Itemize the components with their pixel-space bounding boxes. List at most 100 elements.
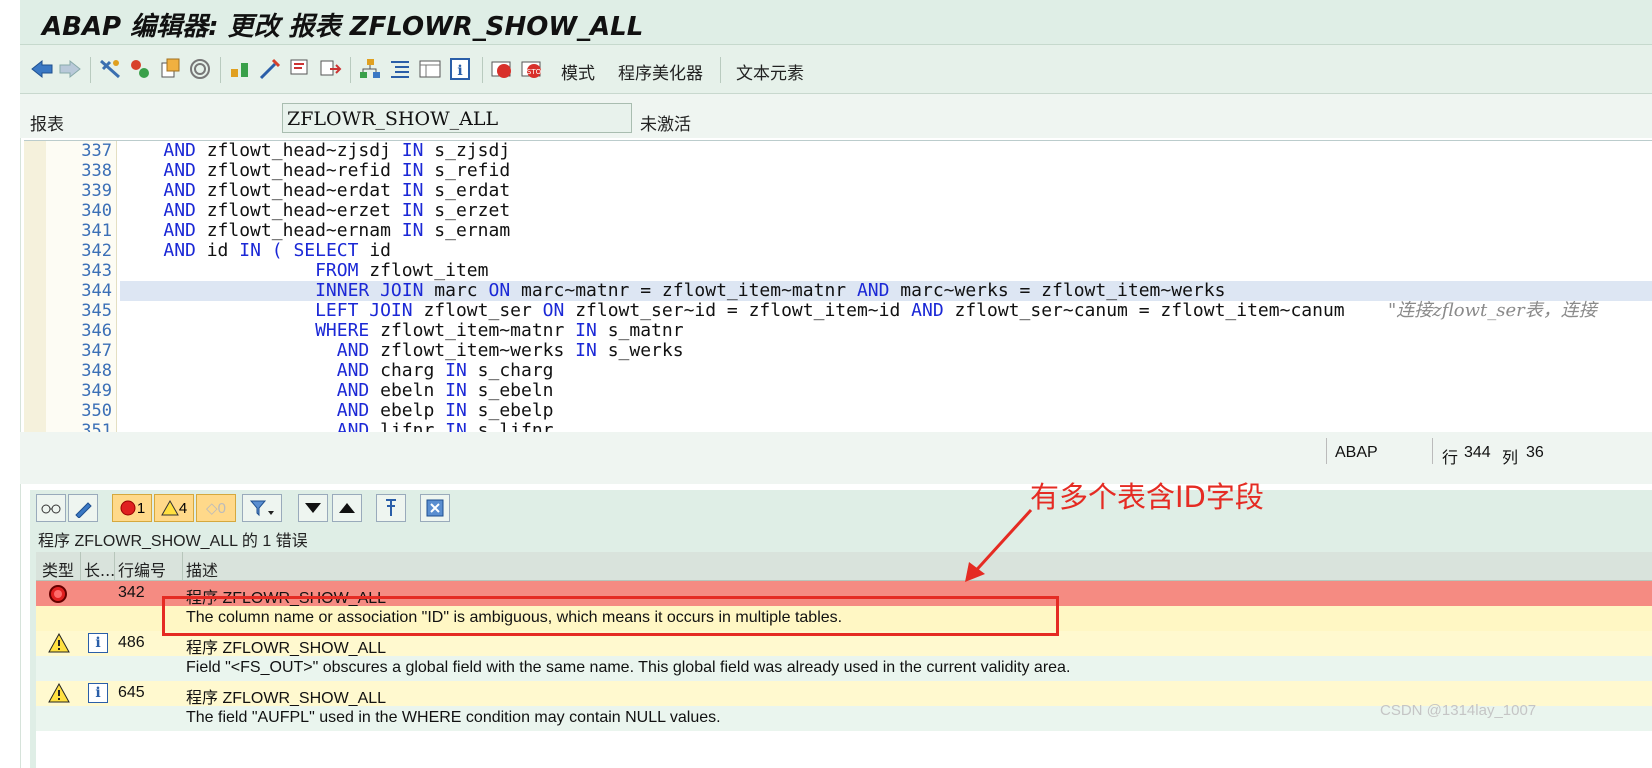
- info-count: 0: [217, 499, 226, 517]
- pretty-printer-button[interactable]: 程序美化器: [618, 59, 703, 84]
- report-row: 报表 ZFLOWR_SHOW_ALL 未激活: [20, 94, 1652, 138]
- error-icon: [49, 585, 67, 603]
- application-toolbar: i STO 模式 程序美化器 文本元素: [20, 45, 1652, 94]
- code-line[interactable]: AND id IN ( SELECT id: [120, 241, 391, 261]
- editor-status-bar: ABAP 行 344 列 36: [20, 432, 1652, 484]
- back-arrow-icon[interactable]: [28, 55, 56, 83]
- annotation-text: 有多个表含ID字段: [1030, 480, 1264, 514]
- mode-button[interactable]: 模式: [561, 59, 595, 84]
- info-icon: i: [88, 633, 108, 653]
- breakpoint-icon[interactable]: [488, 55, 516, 83]
- program-name: 程序 ZFLOWR_SHOW_ALL: [186, 640, 387, 657]
- code-line[interactable]: AND zflowt_head~erzet IN s_erzet: [120, 201, 510, 221]
- table-header: 类型 长... 行编号 描述: [36, 552, 1652, 581]
- hierarchy-icon[interactable]: [356, 55, 384, 83]
- annotation-highlight-box: [162, 596, 1059, 636]
- close-icon[interactable]: [420, 494, 450, 522]
- title-bar: ABAP 编辑器: 更改 报表 ZFLOWR_SHOW_ALL: [20, 0, 1652, 45]
- report-name-field[interactable]: ZFLOWR_SHOW_ALL: [282, 103, 632, 133]
- copy-icon[interactable]: [156, 55, 184, 83]
- code-line[interactable]: AND zflowt_head~refid IN s_refid: [120, 161, 510, 181]
- window-title: ABAP 编辑器: 更改 报表 ZFLOWR_SHOW_ALL: [42, 12, 644, 42]
- filter-dropdown[interactable]: [242, 494, 282, 522]
- line-number: 345: [81, 301, 112, 321]
- header-description[interactable]: 描述: [186, 557, 218, 581]
- col-label: 列: [1502, 450, 1519, 467]
- error-icon: [120, 500, 136, 516]
- warning-icon: [48, 633, 70, 653]
- info-icon: i: [88, 683, 108, 703]
- info-filter-button[interactable]: ◇ 0: [196, 494, 236, 522]
- line-number: 344: [81, 281, 112, 301]
- warning-icon: [160, 500, 179, 516]
- line-number: 337: [81, 141, 112, 161]
- svg-text:STO: STO: [527, 68, 542, 76]
- navigate-icon[interactable]: [316, 55, 344, 83]
- code-line[interactable]: AND charg IN s_charg: [120, 361, 554, 381]
- warning-filter-button[interactable]: 4: [154, 494, 194, 522]
- error-summary: 程序 ZFLOWR_SHOW_ALL 的 1 错误: [38, 533, 308, 550]
- header-type[interactable]: 类型: [42, 557, 74, 581]
- info-icon[interactable]: i: [446, 55, 474, 83]
- svg-text:i: i: [457, 63, 462, 79]
- activate-icon[interactable]: [186, 55, 214, 83]
- line-number: 347: [81, 341, 112, 361]
- line-number: 338: [81, 161, 112, 181]
- diamond-icon: ◇: [206, 500, 218, 517]
- window-left-edge: [0, 0, 21, 768]
- col-value: 36: [1526, 444, 1544, 461]
- program-name: 程序 ZFLOWR_SHOW_ALL: [186, 690, 387, 707]
- stop-icon[interactable]: STO: [518, 55, 546, 83]
- previous-icon[interactable]: [332, 494, 362, 522]
- where-used-icon[interactable]: [286, 55, 314, 83]
- display-change-icon[interactable]: [126, 55, 154, 83]
- line-number: 343: [81, 261, 112, 281]
- error-table: 类型 长... 行编号 描述 342 程序 ZFLOWR_SHOW_ALL Th…: [36, 552, 1652, 768]
- line-number: 346: [81, 321, 112, 341]
- code-line[interactable]: AND zflowt_head~ernam IN s_ernam: [120, 221, 510, 241]
- code-line[interactable]: INNER JOIN marc ON marc~matnr = zflowt_i…: [120, 281, 1225, 301]
- pencil-icon[interactable]: [68, 494, 98, 522]
- line-number: 349: [81, 381, 112, 401]
- line-number: 645: [118, 684, 145, 701]
- error-toolbar: 1 4 ◇ 0: [36, 494, 1636, 524]
- line-number: 340: [81, 201, 112, 221]
- code-line[interactable]: WHERE zflowt_item~matnr IN s_matnr: [120, 321, 683, 341]
- pretty-indent-icon[interactable]: [386, 55, 414, 83]
- check-icon[interactable]: [226, 55, 254, 83]
- watermark: CSDN @1314lay_1007: [1380, 702, 1537, 719]
- table-row[interactable]: Field "<FS_OUT>" obscures a global field…: [36, 656, 1652, 681]
- code-line[interactable]: AND zflowt_head~erdat IN s_erdat: [120, 181, 510, 201]
- warning-icon: [48, 683, 70, 703]
- forward-arrow-icon[interactable]: [56, 55, 84, 83]
- header-line[interactable]: 行编号: [118, 557, 166, 581]
- line-number: 341: [81, 221, 112, 241]
- code-line[interactable]: AND zflowt_item~werks IN s_werks: [120, 341, 684, 361]
- text-elements-button[interactable]: 文本元素: [736, 59, 804, 84]
- glasses-icon[interactable]: [36, 494, 66, 522]
- line-number: 348: [81, 361, 112, 381]
- line-number: 342: [118, 584, 145, 601]
- warning-count: 4: [178, 499, 188, 517]
- header-length[interactable]: 长...: [84, 557, 115, 581]
- error-filter-button[interactable]: 1: [112, 494, 152, 522]
- pin-icon[interactable]: [376, 494, 406, 522]
- test-icon[interactable]: [256, 55, 284, 83]
- window-icon[interactable]: [416, 55, 444, 83]
- next-icon[interactable]: [298, 494, 328, 522]
- code-editor[interactable]: 337 AND zflowt_head~zjsdj IN s_zjsdj 338 …: [24, 140, 1652, 433]
- report-label: 报表: [30, 115, 64, 135]
- code-line[interactable]: LEFT JOIN zflowt_ser ON zflowt_ser~id = …: [120, 301, 1597, 321]
- language-indicator: ABAP: [1335, 444, 1378, 461]
- code-line[interactable]: AND zflowt_head~zjsdj IN s_zjsdj: [120, 141, 510, 161]
- row-label: 行: [1442, 450, 1459, 467]
- code-line[interactable]: FROM zflowt_item: [120, 261, 488, 281]
- line-number: 342: [81, 241, 112, 261]
- activation-status: 未激活: [640, 115, 691, 135]
- warning-message: Field "<FS_OUT>" obscures a global field…: [186, 659, 1071, 676]
- error-count: 1: [136, 499, 146, 517]
- code-line[interactable]: AND ebeln IN s_ebeln: [120, 381, 554, 401]
- code-line[interactable]: AND ebelp IN s_ebelp: [120, 401, 554, 421]
- editor-margin: [24, 141, 46, 433]
- other-object-icon[interactable]: [96, 55, 124, 83]
